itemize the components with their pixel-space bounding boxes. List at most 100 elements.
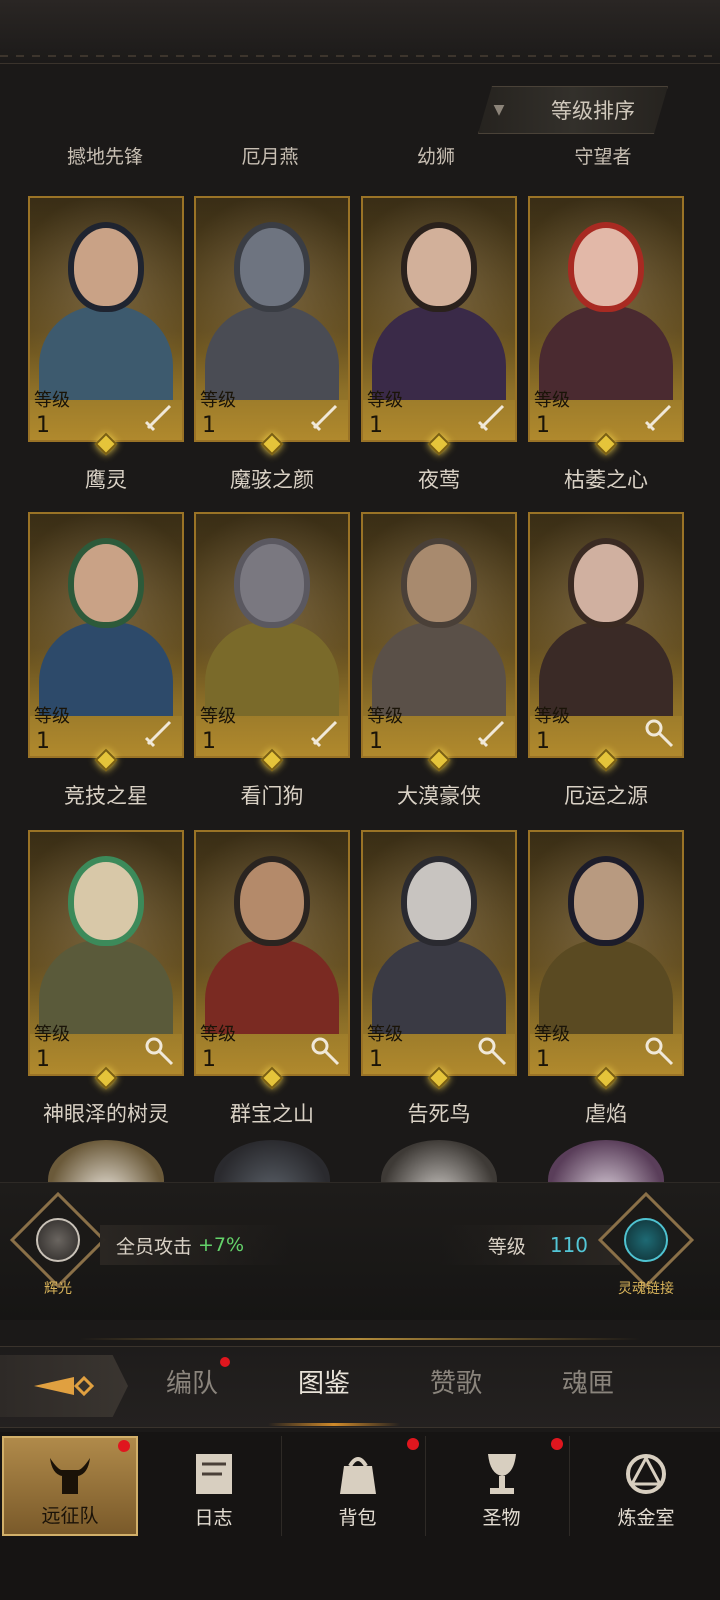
hero-card[interactable]: 等级 1	[361, 196, 517, 456]
gem-icon	[427, 1066, 451, 1090]
soul-link-level: 等级 110	[440, 1225, 620, 1265]
team-attack-buff: 全员攻击 +7%	[100, 1225, 290, 1265]
hero-card[interactable]: 等级 1	[28, 196, 184, 456]
hero-portrait	[30, 514, 182, 716]
hero-portrait	[196, 514, 348, 716]
partial-hero-card[interactable]	[361, 1140, 517, 1182]
soul-link-badge[interactable]: 灵魂链接	[597, 1191, 695, 1297]
level-value: 1	[202, 413, 216, 438]
level-label: 等级	[34, 1024, 70, 1045]
partial-hero-card[interactable]	[28, 1140, 184, 1182]
level-value: 1	[369, 729, 383, 754]
tab-hymn[interactable]: 赞歌	[396, 1363, 516, 1400]
hero-name: 枯萎之心	[564, 468, 648, 492]
chain-link-icon	[624, 1218, 668, 1262]
buff-value: +7%	[198, 1234, 245, 1256]
level-value: 1	[536, 1047, 550, 1072]
level-label: 等级	[200, 706, 236, 727]
hero-card[interactable]: 等级 1	[28, 830, 184, 1090]
nav-relics[interactable]: 圣物	[434, 1436, 570, 1536]
buff-label: 全员攻击	[116, 1235, 193, 1258]
hero-name: 看门狗	[240, 784, 304, 808]
notification-dot	[407, 1438, 419, 1450]
hero-portrait	[363, 198, 515, 400]
hero-card[interactable]: 等级 1	[28, 512, 184, 772]
back-button[interactable]	[0, 1355, 128, 1417]
partial-hero-card[interactable]	[194, 1140, 350, 1182]
hero-portrait	[530, 514, 682, 716]
hero-name: 魔骇之颜	[230, 468, 314, 492]
hero-name: 鹰灵	[85, 468, 127, 492]
level-value: 1	[202, 1047, 216, 1072]
hero-portrait	[530, 832, 682, 1034]
staff-icon	[145, 1037, 174, 1066]
gem-icon	[427, 748, 451, 772]
divider	[80, 1338, 640, 1340]
scroll-icon	[195, 1454, 232, 1494]
hero-name: 群宝之山	[230, 1102, 314, 1126]
horned-helmet-icon	[50, 1458, 90, 1494]
hero-name: 撼地先锋	[66, 146, 143, 168]
hero-card[interactable]: 等级 1	[361, 830, 517, 1090]
hero-portrait	[30, 832, 182, 1034]
level-label: 等级	[34, 390, 70, 411]
notification-dot	[220, 1357, 230, 1367]
partial-hero-card[interactable]	[528, 1140, 684, 1182]
hero-card[interactable]: 等级 1	[528, 196, 684, 456]
level-value: 1	[36, 729, 50, 754]
nav-expedition[interactable]: 远征队	[2, 1436, 138, 1536]
level-label: 等级	[367, 390, 403, 411]
gem-icon	[594, 432, 618, 456]
hero-card[interactable]: 等级 1	[528, 830, 684, 1090]
sword-icon	[644, 404, 672, 432]
sword-icon	[144, 404, 172, 432]
hero-name: 厄运之源	[564, 784, 648, 808]
hero-portrait	[196, 198, 348, 400]
level-value: 1	[369, 1047, 383, 1072]
tab-soul-box[interactable]: 魂匣	[528, 1363, 648, 1400]
level-label: 等级	[534, 390, 570, 411]
arrow-left-icon	[34, 1375, 95, 1397]
hero-name: 虐焰	[585, 1102, 627, 1126]
hero-card[interactable]: 等级 1	[194, 196, 350, 456]
level-value: 110	[549, 1233, 588, 1257]
staff-icon	[645, 719, 674, 748]
nav-journal[interactable]: 日志	[146, 1436, 282, 1536]
level-value: 1	[202, 729, 216, 754]
sort-dropdown[interactable]: ▼ 等级排序	[478, 86, 668, 134]
level-value: 1	[36, 413, 50, 438]
bottom-nav: 远征队 日志 背包 圣物 炼金室	[0, 1432, 720, 1600]
tab-formation[interactable]: 编队	[132, 1357, 252, 1400]
gem-icon	[260, 432, 284, 456]
nav-bag[interactable]: 背包	[290, 1436, 426, 1536]
level-label: 等级	[487, 1235, 526, 1258]
staff-icon	[478, 1037, 507, 1066]
hero-name: 神眼泽的树灵	[43, 1102, 169, 1126]
hero-portrait	[363, 514, 515, 716]
hero-card[interactable]: 等级 1	[361, 512, 517, 772]
cut-off-name-row: 撼地先锋 厄月燕 幼狮 守望者	[0, 140, 720, 168]
hero-card[interactable]: 等级 1	[194, 512, 350, 772]
sword-icon	[477, 404, 505, 432]
glow-badge-label: 辉光	[44, 1281, 72, 1297]
sword-icon	[310, 720, 338, 748]
hero-name: 夜莺	[418, 468, 460, 492]
level-value: 1	[36, 1047, 50, 1072]
active-tab-indicator	[268, 1423, 400, 1426]
tab-codex[interactable]: 图鉴	[264, 1363, 384, 1400]
triangle-down-icon: ▼	[493, 102, 505, 118]
notification-dot	[551, 1438, 563, 1450]
hero-name: 大漠豪侠	[397, 784, 481, 808]
sort-label: 等级排序	[551, 99, 635, 123]
level-value: 1	[369, 413, 383, 438]
alchemy-icon	[626, 1454, 666, 1494]
gem-icon	[94, 748, 118, 772]
nav-alchemy[interactable]: 炼金室	[578, 1436, 714, 1536]
gem-icon	[260, 748, 284, 772]
hero-portrait	[530, 198, 682, 400]
gem-icon	[94, 1066, 118, 1090]
glow-badge[interactable]: 辉光	[9, 1191, 107, 1297]
hero-card[interactable]: 等级 1	[194, 830, 350, 1090]
soul-link-label: 灵魂链接	[618, 1281, 674, 1297]
hero-card[interactable]: 等级 1	[528, 512, 684, 772]
